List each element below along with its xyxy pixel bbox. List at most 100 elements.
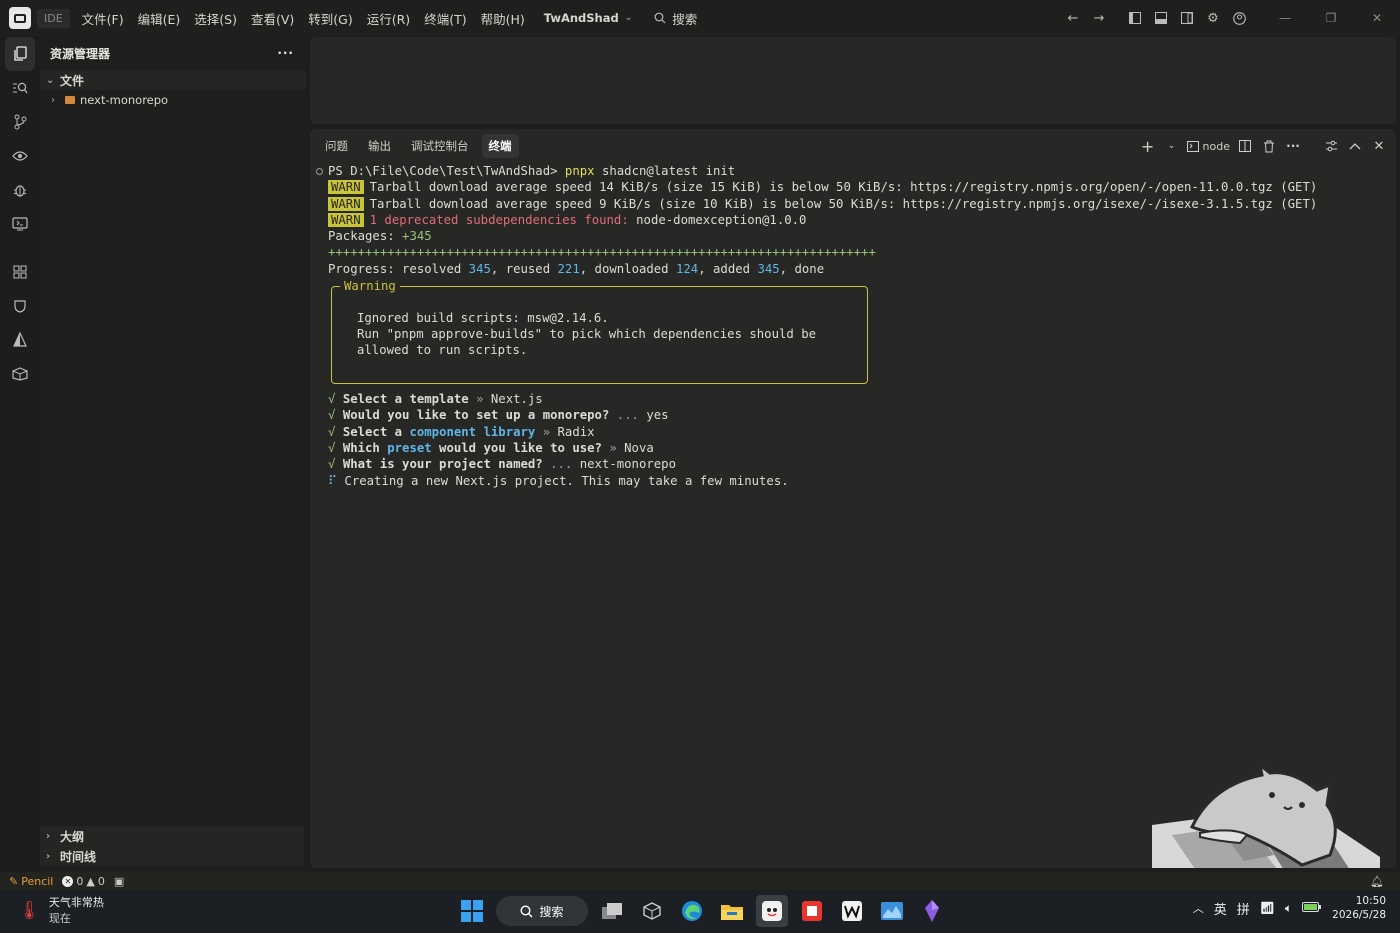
progress-text: , reused xyxy=(490,261,558,276)
explorer-header: 资源管理器 ··· xyxy=(40,36,306,70)
folder-item[interactable]: › next-monorepo xyxy=(40,90,306,110)
menu-terminal[interactable]: 终端(T) xyxy=(417,9,473,28)
prompt-question: Would you like to set up a monorepo? xyxy=(342,408,610,423)
problems-status[interactable]: ✕ 0 ▲ 0 xyxy=(62,874,105,888)
tab-problems[interactable]: 问题 xyxy=(318,134,355,158)
terminal-output[interactable]: PS D:\File\Code\Test\TwAndShad> pnpx sha… xyxy=(310,163,1396,489)
check-icon: √ xyxy=(328,441,336,456)
notification-bell-icon[interactable]: 🔔︎ xyxy=(1370,875,1384,888)
close-panel-icon[interactable]: ✕ xyxy=(1370,135,1388,157)
menu-view[interactable]: 查看(V) xyxy=(244,9,301,28)
file-explorer-icon[interactable] xyxy=(716,895,748,927)
ide-app-icon[interactable] xyxy=(756,895,788,927)
menu-help[interactable]: 帮助(H) xyxy=(474,9,532,28)
ime-language[interactable]: 英 xyxy=(1214,899,1227,918)
pencil-icon: ✎ xyxy=(9,874,19,888)
chat-icon[interactable]: ▣ xyxy=(114,875,124,888)
more-actions-icon[interactable]: ··· xyxy=(277,46,294,60)
error-icon: ✕ xyxy=(62,875,74,887)
cube-app-icon[interactable] xyxy=(636,895,668,927)
settings-gear-icon[interactable]: ⚙ xyxy=(1200,0,1226,36)
extensions-icon[interactable] xyxy=(0,255,40,289)
spinner-icon: ⠏ xyxy=(328,473,338,488)
tab-output[interactable]: 输出 xyxy=(361,134,398,158)
terminal-line: √ Which preset would you like to use? » … xyxy=(310,440,1396,456)
taskbar-apps: 搜索 xyxy=(456,895,948,927)
package-box-icon[interactable] xyxy=(0,357,40,391)
chart-app-icon[interactable] xyxy=(876,895,908,927)
account-icon[interactable] xyxy=(1226,0,1252,36)
shell-name: node xyxy=(1202,139,1230,153)
maximize-panel-icon[interactable] xyxy=(1346,135,1364,157)
crystal-app-icon[interactable] xyxy=(916,895,948,927)
toggle-sidebar-icon[interactable] xyxy=(1122,0,1148,36)
more-actions-icon[interactable]: ··· xyxy=(1284,135,1302,157)
eye-icon[interactable] xyxy=(0,139,40,173)
close-window-button[interactable]: ✕ xyxy=(1354,0,1400,36)
remote-explorer-icon[interactable] xyxy=(0,207,40,241)
maximize-button[interactable]: ❐ xyxy=(1308,0,1354,36)
timeline-section-header[interactable]: › 时间线 xyxy=(40,846,304,866)
source-control-icon[interactable] xyxy=(0,105,40,139)
debug-bug-icon[interactable] xyxy=(0,173,40,207)
terminal-line: √ What is your project named? ... next-m… xyxy=(310,456,1396,472)
clock[interactable]: 10:50 2026/5/28 xyxy=(1332,894,1386,922)
wifi-icon[interactable]: 📶︎ xyxy=(1260,901,1275,915)
menu-selection[interactable]: 选择(S) xyxy=(187,9,244,28)
menu-run[interactable]: 运行(R) xyxy=(360,9,417,28)
split-terminal-icon[interactable] xyxy=(1236,135,1254,157)
explorer-title: 资源管理器 xyxy=(50,46,111,61)
command-search[interactable]: 搜索 xyxy=(654,9,697,28)
forward-arrow-icon[interactable]: → xyxy=(1086,0,1112,36)
terminal-line: WARN 1 deprecated subdependencies found: … xyxy=(310,212,1396,228)
error-count: 0 xyxy=(76,874,84,888)
ime-mode[interactable]: 拼 xyxy=(1237,899,1250,918)
volume-icon[interactable]: 🔈︎ xyxy=(1285,901,1292,916)
pencil-status[interactable]: ✎ Pencil xyxy=(9,875,53,888)
tab-debug-console[interactable]: 调试控制台 xyxy=(404,134,476,158)
packages-label: Packages: xyxy=(328,229,403,244)
back-arrow-icon[interactable]: ← xyxy=(1060,0,1086,36)
trash-icon[interactable] xyxy=(1260,135,1278,157)
prompt-question: Which xyxy=(342,441,388,456)
battery-icon[interactable] xyxy=(1302,900,1322,916)
terminal-line: PS D:\File\Code\Test\TwAndShad> pnpx sha… xyxy=(310,163,1396,179)
warning-count: 0 xyxy=(97,874,105,888)
menu-go[interactable]: 转到(G) xyxy=(301,9,359,28)
new-terminal-plus-icon[interactable]: + xyxy=(1139,135,1157,157)
edge-browser-icon[interactable] xyxy=(676,895,708,927)
editor-area[interactable] xyxy=(310,37,1396,124)
terminal-settings-icon[interactable] xyxy=(1322,135,1340,157)
weather-widget[interactable]: 🌡︎ 天气非常热 现在 xyxy=(18,894,104,926)
taskbar-search-label: 搜索 xyxy=(539,904,564,919)
packages-value: +345 xyxy=(402,229,432,244)
task-view-icon[interactable] xyxy=(596,895,628,927)
minimize-button[interactable]: — xyxy=(1262,0,1308,36)
warn-text: Tarball download average speed 14 KiB/s … xyxy=(369,180,1318,195)
tab-terminal[interactable]: 终端 xyxy=(481,134,519,158)
terminal-line: WARN Tarball download average speed 14 Ki… xyxy=(310,179,1396,195)
project-switcher[interactable]: TwAndShad ⌄ xyxy=(544,11,633,25)
explorer-icon[interactable] xyxy=(5,37,35,71)
word-editor-icon[interactable] xyxy=(836,895,868,927)
terminal-shell-selector[interactable]: node xyxy=(1186,135,1230,157)
search-icon xyxy=(520,904,533,917)
windows-start-icon[interactable] xyxy=(456,895,488,927)
command-status-icon xyxy=(316,168,323,175)
menu-edit[interactable]: 编辑(E) xyxy=(131,9,188,28)
red-app-icon[interactable] xyxy=(796,895,828,927)
chevron-up-icon[interactable]: ︿ xyxy=(1193,900,1204,916)
progress-text: , done xyxy=(779,261,825,276)
chevron-down-icon[interactable]: ⌄ xyxy=(1163,135,1181,157)
files-section-header[interactable]: ⌄ 文件 xyxy=(40,70,306,90)
toggle-panel-icon[interactable] xyxy=(1148,0,1174,36)
taskbar-search[interactable]: 搜索 xyxy=(496,896,588,926)
menu-file[interactable]: 文件(F) xyxy=(75,9,131,28)
testing-beaker-icon[interactable] xyxy=(0,289,40,323)
search-panel-icon[interactable] xyxy=(0,71,40,105)
timeline-label: 时间线 xyxy=(60,849,97,864)
warning-box-label: Warning xyxy=(340,278,400,294)
toggle-secondary-sidebar-icon[interactable] xyxy=(1174,0,1200,36)
outline-section-header[interactable]: › 大纲 xyxy=(40,826,304,846)
sail-icon[interactable] xyxy=(0,323,40,357)
